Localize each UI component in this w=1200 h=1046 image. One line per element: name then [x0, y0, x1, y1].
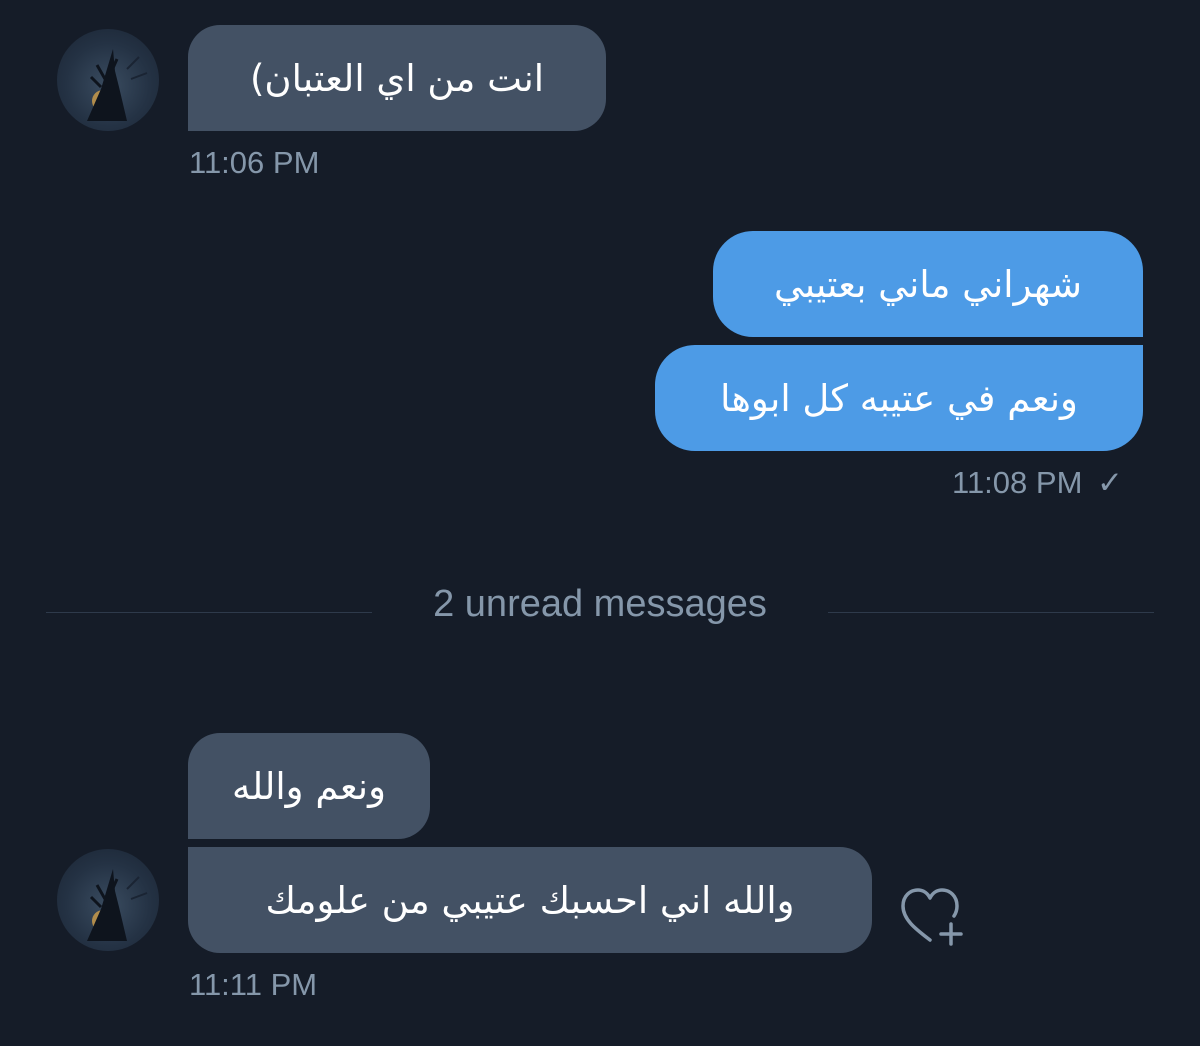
message-text: انت من اي العتبان)	[249, 56, 545, 100]
message-text: والله اني احسبك عتيبي من علومك	[265, 878, 795, 922]
avatar-icon	[87, 49, 148, 121]
outgoing-message[interactable]: شهراني ماني بعتيبي	[713, 231, 1143, 337]
message-timestamp: 11:08 PM ✓	[952, 465, 1123, 501]
incoming-message[interactable]: انت من اي العتبان)	[188, 25, 606, 131]
message-text: ونعم والله	[232, 764, 386, 808]
message-timestamp: 11:11 PM	[189, 967, 318, 1002]
divider-line-left	[46, 612, 372, 613]
timestamp-text: 11:08 PM	[952, 465, 1083, 500]
divider-line-right	[828, 612, 1154, 613]
add-reaction-button[interactable]	[897, 884, 967, 948]
avatar-icon	[87, 869, 148, 941]
read-check-icon: ✓	[1097, 465, 1123, 500]
unread-divider-label: 2 unread messages	[433, 583, 767, 625]
message-text: شهراني ماني بعتيبي	[773, 262, 1083, 306]
outgoing-message[interactable]: ونعم في عتيبه كل ابوها	[655, 345, 1143, 451]
heart-plus-icon	[901, 888, 963, 946]
message-text: ونعم في عتيبه كل ابوها	[720, 376, 1078, 420]
incoming-message[interactable]: ونعم والله	[188, 733, 430, 839]
sender-avatar[interactable]	[57, 29, 159, 131]
message-timestamp: 11:06 PM	[189, 145, 320, 180]
sender-avatar[interactable]	[57, 849, 159, 951]
incoming-message[interactable]: والله اني احسبك عتيبي من علومك	[188, 847, 872, 953]
